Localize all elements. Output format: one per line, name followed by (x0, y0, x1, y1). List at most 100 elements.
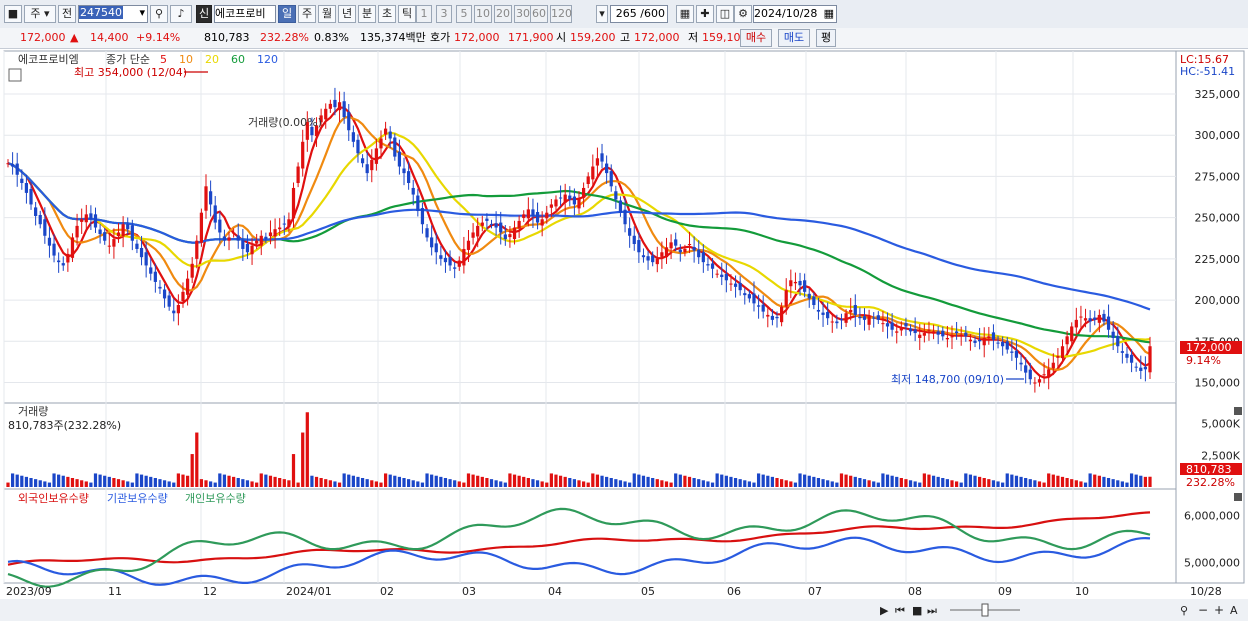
candle-body (1033, 382, 1037, 384)
stock-code-input[interactable]: 247540 ▾ (78, 5, 148, 23)
candle-body (61, 263, 65, 266)
save-icon[interactable]: ◫ (716, 5, 734, 23)
volume-bar (365, 479, 369, 487)
period-tab-2[interactable]: 주 (298, 5, 316, 23)
candle-body (586, 176, 590, 184)
candle-body (738, 282, 742, 291)
volume-bar (526, 478, 530, 487)
minute-tab-3[interactable]: 3 (436, 5, 452, 23)
candle-body (973, 340, 977, 343)
candle-body (1056, 356, 1060, 358)
volume-bar (876, 482, 880, 487)
candle-body (264, 236, 268, 240)
candle-body (812, 296, 816, 306)
candle-body (158, 286, 162, 289)
first-page-icon[interactable]: ⏮ (895, 604, 905, 617)
candle-body (715, 273, 719, 275)
volume-tick-label: 2,500K (1201, 449, 1240, 462)
period-tab-5[interactable]: 분 (358, 5, 376, 23)
candle-body (167, 295, 171, 307)
minute-tab-1[interactable]: 1 (416, 5, 432, 23)
magnifier-icon[interactable]: ⚲ (1180, 604, 1188, 617)
minute-dropdown[interactable]: ▾ (596, 5, 608, 23)
volume-bar (609, 478, 613, 487)
period-tab-3[interactable]: 월 (318, 5, 336, 23)
holding-close-icon[interactable] (1234, 493, 1242, 501)
minute-tab-120[interactable]: 120 (550, 5, 572, 23)
zoom-slider-handle[interactable] (981, 603, 989, 617)
volume-bar (531, 479, 535, 487)
period-tab-4[interactable]: 년 (338, 5, 356, 23)
volume-tick-label: 5,000K (1201, 418, 1240, 431)
stock-chart[interactable]: 325,000 300,000 275,000 250,000 225,000 200,0… (0, 49, 1248, 621)
x-axis-label: 10/28 (1190, 585, 1222, 598)
volume-bar (918, 482, 922, 487)
minute-tab-5[interactable]: 5 (456, 5, 472, 23)
candle-body (259, 235, 263, 246)
speaker-icon[interactable]: ♪ (170, 5, 192, 23)
candle-body (291, 187, 296, 219)
volume-bar (1102, 476, 1106, 487)
volume-bar (614, 479, 618, 487)
gear-icon[interactable]: ⚙ (734, 5, 752, 23)
search-icon[interactable]: ⚲ (150, 5, 168, 23)
candle-body (535, 212, 540, 223)
volume-bar (310, 475, 314, 487)
candle-body (476, 225, 480, 237)
volume-bar (701, 480, 705, 487)
buy-button[interactable]: 매수 (740, 29, 772, 47)
volume-bar (268, 475, 273, 487)
period-tab-6[interactable]: 초 (378, 5, 396, 23)
candle-body (135, 243, 139, 249)
candle-body (558, 197, 563, 199)
font-size-icon[interactable]: A (1230, 604, 1238, 617)
window-icon[interactable]: ■ (4, 5, 22, 23)
date-input[interactable]: 2024/10/28 ▦ (753, 5, 837, 23)
calendar-icon[interactable]: ▦ (824, 6, 834, 22)
candle-body (1010, 351, 1014, 353)
volume-bar (996, 481, 1000, 487)
x-axis-label: 02 (380, 585, 394, 598)
minute-tab-10[interactable]: 10 (474, 5, 492, 23)
scroll-right-icon[interactable]: ▶ (880, 604, 889, 617)
last-page-icon[interactable]: ⏭ (927, 604, 937, 617)
minute-tab-20[interactable]: 20 (494, 5, 512, 23)
volume-bar (503, 482, 507, 487)
price-panel[interactable] (3, 50, 1177, 404)
volume-bar (724, 475, 728, 487)
chevron-down-icon[interactable]: ▾ (139, 6, 145, 19)
candle-body (80, 219, 84, 222)
volume-bar (1042, 482, 1046, 487)
volume-close-icon[interactable] (1234, 407, 1242, 415)
volume-bar (425, 473, 429, 487)
candle-body (416, 195, 420, 212)
candle-body (605, 163, 609, 174)
candle-type-icon[interactable]: ▦ (676, 5, 694, 23)
volume-bar (1005, 473, 1009, 487)
zoom-out-icon[interactable]: − (1198, 603, 1208, 617)
holding-panel[interactable] (3, 488, 1177, 584)
candle-body (1019, 362, 1023, 365)
candle-body (1042, 374, 1046, 376)
volume-bar (466, 473, 471, 487)
sell-button[interactable]: 매도 (778, 29, 810, 47)
panel-menu-icon[interactable] (8, 68, 22, 82)
bottom-toolbar (0, 599, 1248, 621)
count-display[interactable]: 265 /600 (610, 5, 668, 23)
period-select[interactable]: 주 ▾ (24, 5, 56, 23)
volume-bar (895, 476, 899, 487)
candle-body (936, 331, 940, 335)
mode-select[interactable]: 전 (58, 5, 76, 23)
volume-bar (287, 480, 291, 487)
volume-bar (899, 478, 903, 487)
period-tab-7[interactable]: 틱 (398, 5, 416, 23)
stop-icon[interactable]: ■ (912, 604, 922, 617)
zoom-in-icon[interactable]: + (1214, 603, 1224, 617)
minute-tab-60[interactable]: 60 (530, 5, 548, 23)
crosshair-icon[interactable]: ✚ (696, 5, 714, 23)
stock-name-field[interactable]: 에코프로비 (214, 5, 276, 23)
volume-bar (301, 432, 305, 487)
eval-button[interactable]: 평 (816, 29, 836, 47)
period-tab-1[interactable]: 일 (278, 5, 296, 23)
volume-bar (849, 475, 853, 487)
